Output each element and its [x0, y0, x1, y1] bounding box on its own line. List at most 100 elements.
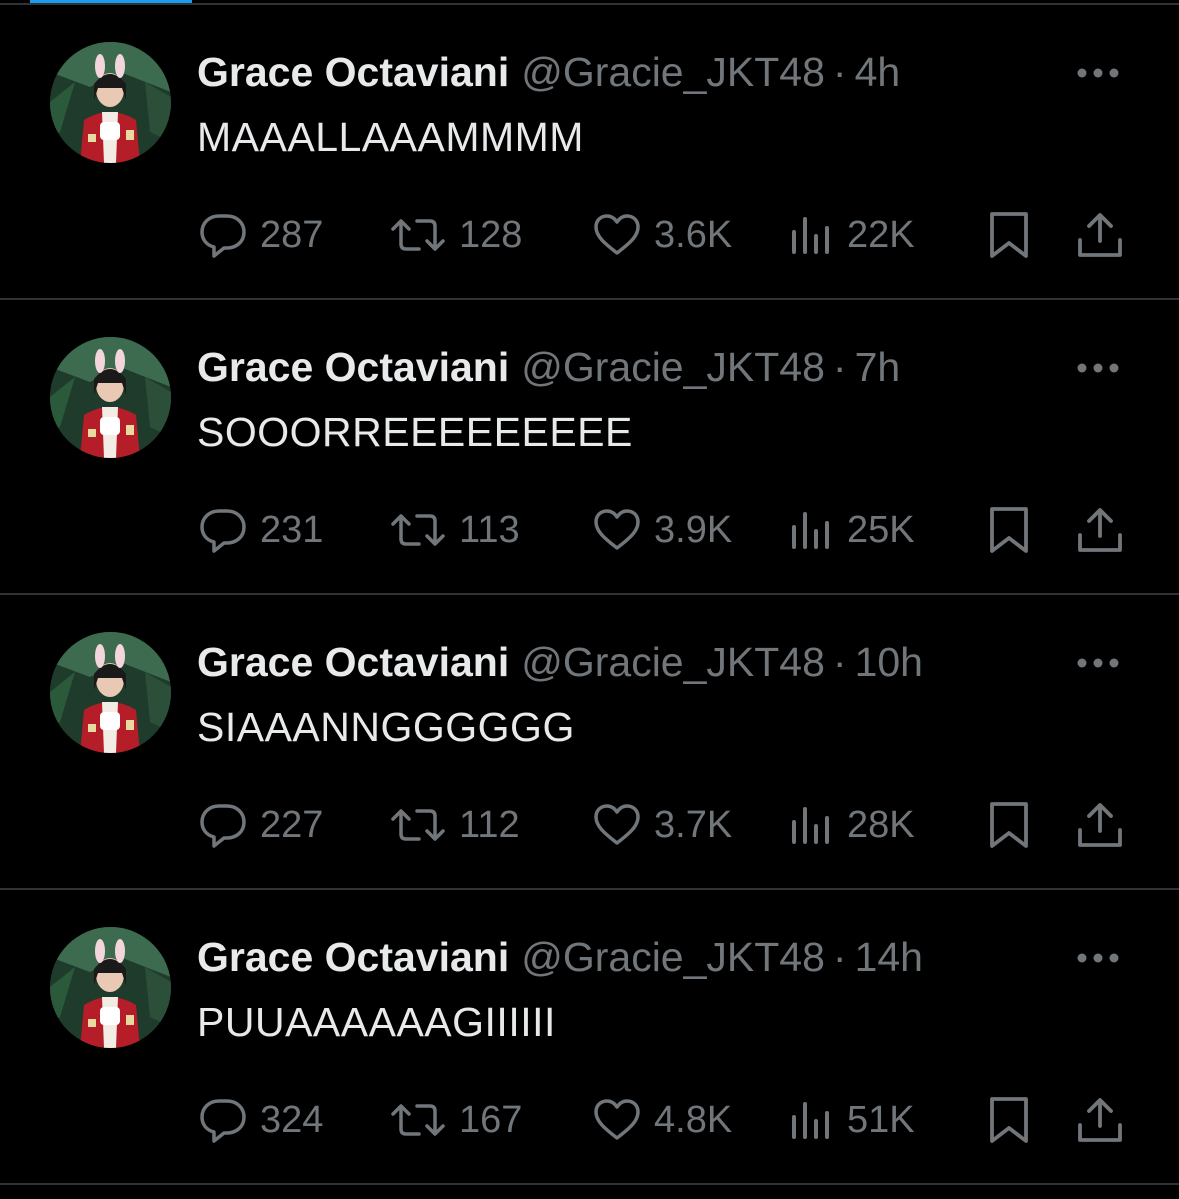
reply-count: 287	[260, 214, 324, 256]
bar-chart-icon	[792, 512, 829, 549]
action-bar: 231 113 3.9K 25K	[0, 505, 1179, 555]
separator-dot: ·	[832, 639, 847, 685]
heart-icon	[594, 509, 640, 550]
views-button[interactable]: 22K	[789, 210, 915, 260]
tweet-text: PUUAAAAAAGIIIIII	[197, 999, 556, 1045]
action-bar: 287 128 3.6K 22K	[0, 210, 1179, 260]
tweet-header: Grace Octaviani @Gracie_JKT48 · 10h	[197, 637, 923, 687]
like-count: 4.8K	[654, 1099, 733, 1141]
more-dots-icon[interactable]	[1074, 946, 1122, 970]
retweet-arrows-icon	[391, 809, 445, 841]
bookmark-button[interactable]	[987, 1095, 1031, 1145]
bar-chart-icon	[792, 217, 829, 254]
tweet[interactable]: Grace Octaviani @Gracie_JKT48 · 4h MAAALLAA…	[0, 5, 1179, 300]
views-button[interactable]: 25K	[789, 505, 915, 555]
views-button[interactable]: 28K	[789, 800, 915, 850]
share-button[interactable]	[1076, 210, 1124, 260]
separator-dot: ·	[832, 344, 847, 390]
retweet-arrows-icon	[391, 1104, 445, 1136]
view-count: 25K	[847, 509, 915, 551]
share-button[interactable]	[1076, 800, 1124, 850]
tweet[interactable]: Grace Octaviani @Gracie_JKT48 · 14h PUUAAAA…	[0, 890, 1179, 1185]
retweet-button[interactable]: 113	[389, 505, 520, 555]
reply-button[interactable]: 231	[198, 505, 323, 555]
separator-dot: ·	[832, 934, 847, 980]
heart-icon	[594, 1099, 640, 1140]
speech-bubble-icon	[200, 214, 246, 258]
tweet[interactable]: Grace Octaviani @Gracie_JKT48 · 7h SOOORREE…	[0, 300, 1179, 595]
tweet-header: Grace Octaviani @Gracie_JKT48 · 14h	[197, 932, 923, 982]
user-handle[interactable]: @Gracie_JKT48	[521, 639, 825, 685]
avatar[interactable]	[50, 337, 171, 458]
retweet-arrows-icon	[391, 514, 445, 546]
timestamp[interactable]: 10h	[855, 639, 923, 685]
retweet-count: 112	[459, 804, 520, 846]
display-name[interactable]: Grace Octaviani	[197, 344, 509, 390]
like-button[interactable]: 3.6K	[592, 210, 732, 260]
retweet-button[interactable]: 112	[389, 800, 520, 850]
user-handle[interactable]: @Gracie_JKT48	[521, 49, 825, 95]
reply-button[interactable]: 227	[198, 800, 323, 850]
more-dots-icon[interactable]	[1074, 356, 1122, 380]
bar-chart-icon	[792, 807, 829, 844]
user-handle[interactable]: @Gracie_JKT48	[521, 344, 825, 390]
like-button[interactable]: 3.7K	[592, 800, 732, 850]
avatar[interactable]	[50, 42, 171, 163]
bookmark-icon	[990, 507, 1028, 553]
retweet-arrows-icon	[391, 219, 445, 251]
reply-count: 324	[260, 1099, 324, 1141]
tweet-header: Grace Octaviani @Gracie_JKT48 · 4h	[197, 47, 900, 97]
like-count: 3.6K	[654, 214, 733, 256]
share-button[interactable]	[1076, 505, 1124, 555]
share-button[interactable]	[1076, 1095, 1124, 1145]
share-upload-icon	[1078, 1098, 1122, 1142]
bookmark-button[interactable]	[987, 210, 1031, 260]
display-name[interactable]: Grace Octaviani	[197, 639, 509, 685]
speech-bubble-icon	[200, 1099, 246, 1143]
speech-bubble-icon	[200, 804, 246, 848]
more-dots-icon[interactable]	[1074, 651, 1122, 675]
retweet-count: 128	[459, 214, 523, 256]
bar-chart-icon	[792, 1102, 829, 1139]
view-count: 22K	[847, 214, 915, 256]
heart-icon	[594, 214, 640, 255]
action-bar: 324 167 4.8K 51K	[0, 1095, 1179, 1145]
action-bar: 227 112 3.7K 28K	[0, 800, 1179, 850]
like-button[interactable]: 4.8K	[592, 1095, 732, 1145]
bookmark-icon	[990, 212, 1028, 258]
reply-button[interactable]: 287	[198, 210, 323, 260]
timestamp[interactable]: 14h	[855, 934, 923, 980]
view-count: 28K	[847, 804, 915, 846]
share-upload-icon	[1078, 213, 1122, 257]
retweet-count: 167	[459, 1099, 523, 1141]
bookmark-icon	[990, 1097, 1028, 1143]
reply-count: 231	[260, 509, 324, 551]
timestamp[interactable]: 7h	[855, 344, 901, 390]
separator-dot: ·	[832, 49, 847, 95]
views-button[interactable]: 51K	[789, 1095, 915, 1145]
share-upload-icon	[1078, 803, 1122, 847]
tweet-feed: Grace Octaviani @Gracie_JKT48 · 4h MAAALLAA…	[0, 5, 1179, 1185]
user-handle[interactable]: @Gracie_JKT48	[521, 934, 825, 980]
retweet-button[interactable]: 128	[389, 210, 522, 260]
tweet-text: SOOORREEEEEEEEE	[197, 409, 633, 455]
avatar[interactable]	[50, 632, 171, 753]
speech-bubble-icon	[200, 509, 246, 553]
tweet-text: SIAAANNGGGGGG	[197, 704, 575, 750]
display-name[interactable]: Grace Octaviani	[197, 934, 509, 980]
heart-icon	[594, 804, 640, 845]
more-dots-icon[interactable]	[1074, 61, 1122, 85]
like-count: 3.9K	[654, 509, 733, 551]
avatar[interactable]	[50, 927, 171, 1048]
reply-button[interactable]: 324	[198, 1095, 323, 1145]
retweet-button[interactable]: 167	[389, 1095, 522, 1145]
bookmark-icon	[990, 802, 1028, 848]
timestamp[interactable]: 4h	[855, 49, 901, 95]
like-button[interactable]: 3.9K	[592, 505, 732, 555]
tweet-header: Grace Octaviani @Gracie_JKT48 · 7h	[197, 342, 900, 392]
bookmark-button[interactable]	[987, 505, 1031, 555]
display-name[interactable]: Grace Octaviani	[197, 49, 509, 95]
tweet[interactable]: Grace Octaviani @Gracie_JKT48 · 10h SIAAANN…	[0, 595, 1179, 890]
like-count: 3.7K	[654, 804, 733, 846]
bookmark-button[interactable]	[987, 800, 1031, 850]
